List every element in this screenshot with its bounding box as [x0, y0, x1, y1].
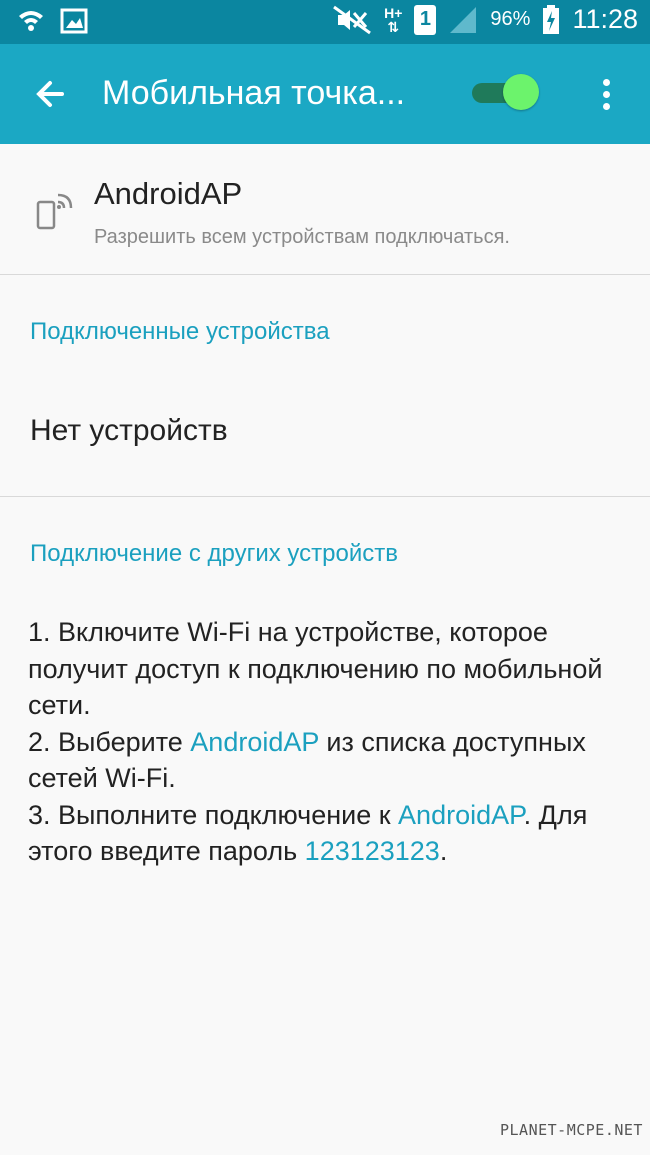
- network-name-link: AndroidAP: [398, 799, 524, 830]
- signal-icon: [448, 5, 478, 35]
- hotspot-device-icon: [34, 190, 74, 230]
- data-arrows-icon: H+ ⇅: [384, 4, 403, 35]
- clock: 11:28: [572, 4, 638, 34]
- divider: [0, 496, 650, 497]
- access-point-row[interactable]: AndroidAP Разрешить всем устройствам под…: [0, 144, 650, 274]
- other-devices-header: Подключение с других устройств: [30, 540, 398, 567]
- divider: [0, 274, 650, 275]
- hotspot-toggle[interactable]: [472, 74, 539, 112]
- connection-instructions: 1. Включите Wi-Fi на устройстве, которое…: [28, 614, 628, 870]
- status-bar: H+ ⇅ 1 96% 11:28: [0, 0, 650, 44]
- no-devices-text: Нет устройств: [30, 414, 228, 447]
- battery-percent: 96%: [490, 8, 531, 30]
- sim-icon: 1: [414, 4, 437, 35]
- back-arrow-icon[interactable]: [30, 72, 74, 116]
- app-bar: Мобильная точка...: [0, 44, 650, 144]
- sim-badge: 1: [419, 8, 431, 30]
- mute-icon: [332, 5, 372, 35]
- access-point-name: AndroidAP: [94, 176, 243, 211]
- gallery-icon: [60, 6, 88, 36]
- network-type: H+: [384, 4, 403, 21]
- instruction-step-3: 3. Выполните подключение к AndroidAP. Дл…: [28, 799, 588, 867]
- toggle-thumb: [503, 74, 539, 110]
- access-point-subtitle: Разрешить всем устройствам подключаться.: [94, 226, 510, 248]
- more-options-icon[interactable]: [594, 76, 618, 112]
- instruction-step-1: 1. Включите Wi-Fi на устройстве, которое…: [28, 617, 603, 720]
- page-title: Мобильная точка...: [102, 74, 406, 112]
- connected-devices-header: Подключенные устройства: [30, 318, 330, 345]
- password-text: 123123123: [304, 836, 440, 866]
- wifi-icon: [16, 6, 46, 36]
- watermark: PLANET-MCPE.NET: [500, 1121, 643, 1139]
- instruction-step-2: 2. Выберите AndroidAP из списка доступны…: [28, 726, 586, 794]
- battery-charging-icon: [542, 4, 560, 35]
- network-name-link: AndroidAP: [190, 726, 319, 757]
